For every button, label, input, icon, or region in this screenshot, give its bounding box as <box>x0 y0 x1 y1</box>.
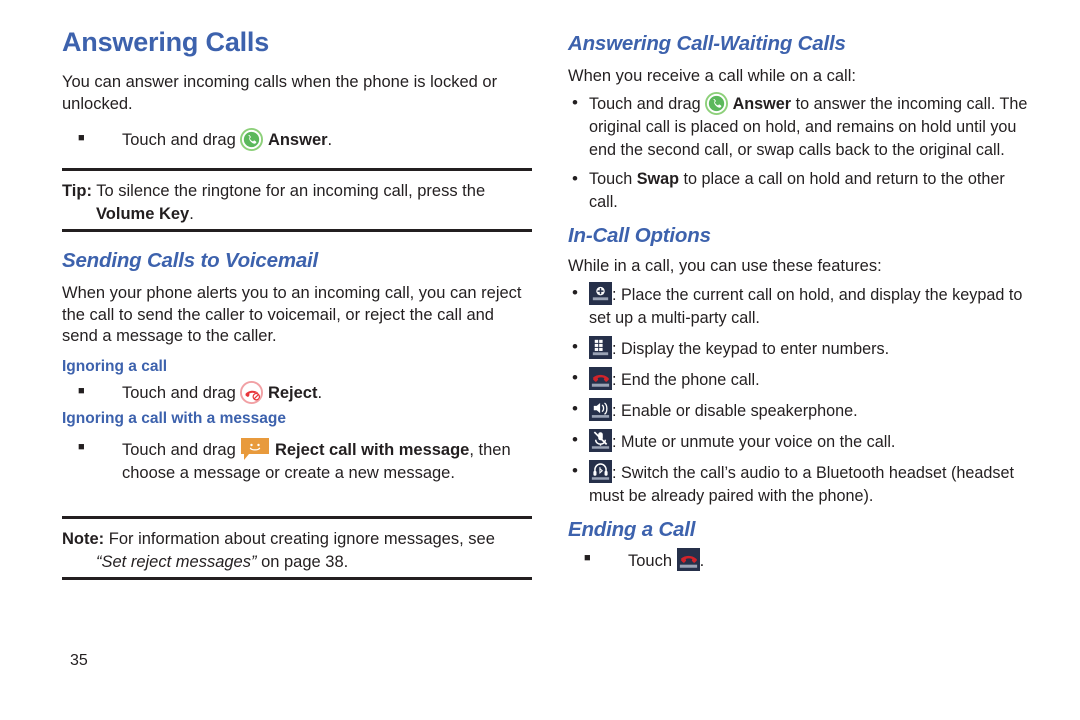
call-waiting-bullet-swap: • Touch Swap to place a call on hold and… <box>568 168 1038 214</box>
in-call-option-add-call: • : Place the current call on hold, and … <box>568 282 1038 330</box>
round-bullet-icon: • <box>572 283 578 302</box>
manual-page: Answering Calls You can answer incoming … <box>0 0 1080 720</box>
in-call-options-intro: While in a call, you can use these featu… <box>568 257 882 276</box>
right-column: Answering Call-Waiting Calls When you re… <box>568 32 1038 583</box>
ignoring-call-heading: Ignoring a call <box>62 358 168 376</box>
reject-call-icon <box>240 380 264 404</box>
note-callout: Note: For information about creating ign… <box>62 519 532 577</box>
square-bullet-icon: ■ <box>78 131 85 144</box>
in-call-option-keypad: • : Display the keypad to enter numbers. <box>568 336 1038 361</box>
tip-label: Tip: <box>62 182 92 201</box>
page-title: Answering Calls <box>62 27 270 57</box>
end-call-text: : End the phone call. <box>612 371 760 389</box>
ending-call-prefix: Touch <box>628 551 677 570</box>
reject-msg-bold: Reject call with message <box>274 440 470 459</box>
reject-with-message-icon <box>240 437 270 461</box>
call-waiting-bullet-answer: • Touch and drag Answer to answer the in… <box>568 91 1038 162</box>
speaker-icon <box>589 398 612 421</box>
left-column: Answering Calls You can answer incoming … <box>62 27 532 580</box>
tip-callout: Tip: To silence the ringtone for an inco… <box>62 171 532 229</box>
cw-answer-prefix: Touch and drag <box>589 94 706 113</box>
intro-paragraph: You can answer incoming calls when the p… <box>62 72 498 113</box>
cw-swap-bold: Swap <box>636 169 679 188</box>
keypad-text: : Display the keypad to enter numbers. <box>612 340 890 358</box>
round-bullet-icon: • <box>572 368 578 387</box>
answer-step-prefix: Touch and drag <box>122 130 241 149</box>
end-call-icon <box>676 547 700 571</box>
in-call-option-speaker: • : Enable or disable speakerphone. <box>568 398 1038 423</box>
call-waiting-heading: Answering Call-Waiting Calls <box>568 32 846 55</box>
round-bullet-icon: • <box>572 168 578 188</box>
mute-icon <box>589 429 612 452</box>
headset-text: : Switch the call’s audio to a Bluetooth… <box>589 464 1014 505</box>
square-bullet-icon: ■ <box>584 551 591 564</box>
end-call-icon <box>589 367 612 390</box>
note-italic: “Set reject messages” <box>96 552 257 571</box>
voicemail-heading: Sending Calls to Voicemail <box>62 249 319 273</box>
answer-call-icon <box>240 127 264 151</box>
note-suffix: on page 38. <box>256 552 349 571</box>
in-call-option-headset: • : Switch the call’s audio to a Bluetoo… <box>568 460 1038 508</box>
tip-bold: Volume Key <box>96 204 190 223</box>
ignoring-call-step: ■ Touch and drag Reject. <box>62 380 532 406</box>
answer-step-bold: Answer <box>267 130 328 149</box>
cw-swap-prefix: Touch <box>589 169 637 188</box>
square-bullet-icon: ■ <box>78 384 85 397</box>
in-call-options-heading: In-Call Options <box>568 223 711 247</box>
ignoring-with-message-heading: Ignoring a call with a message <box>62 409 286 427</box>
reject-step-bold: Reject <box>267 383 318 402</box>
in-call-option-end-call: • : End the phone call. <box>568 367 1038 392</box>
voicemail-paragraph: When your phone alerts you to an incomin… <box>62 283 522 346</box>
tip-text: To silence the ringtone for an incoming … <box>91 182 486 201</box>
reject-step-prefix: Touch and drag <box>122 383 241 402</box>
headset-icon <box>589 460 612 483</box>
add-call-text: : Place the current call on hold, and di… <box>589 286 1023 327</box>
answer-step-suffix: . <box>327 130 333 149</box>
cw-answer-bold: Answer <box>732 94 792 113</box>
mute-text: : Mute or unmute your voice on the call. <box>612 433 896 451</box>
round-bullet-icon: • <box>572 430 578 449</box>
round-bullet-icon: • <box>572 461 578 480</box>
ending-call-heading: Ending a Call <box>568 518 696 541</box>
add-call-icon <box>589 282 612 305</box>
in-call-option-mute: • : Mute or unmute your voice on the cal… <box>568 429 1038 454</box>
keypad-icon <box>589 336 612 359</box>
page-number: 35 <box>70 652 88 669</box>
round-bullet-icon: • <box>572 92 578 112</box>
note-rule-bottom <box>62 576 532 580</box>
square-bullet-icon: ■ <box>78 440 85 453</box>
ending-call-step: ■ Touch . <box>568 547 1038 574</box>
answer-step: ■ Touch and drag Answer. <box>62 127 532 153</box>
round-bullet-icon: • <box>572 337 578 356</box>
speaker-text: : Enable or disable speakerphone. <box>612 402 858 420</box>
reject-msg-prefix: Touch and drag <box>122 440 241 459</box>
call-waiting-intro: When you receive a call while on a call: <box>568 66 856 85</box>
round-bullet-icon: • <box>572 399 578 418</box>
tip-suffix: . <box>189 204 194 223</box>
ignoring-with-message-step: ■ Touch and drag Reject call with messag… <box>62 437 532 487</box>
note-label: Note: <box>62 530 105 549</box>
answer-call-icon <box>705 91 729 115</box>
ending-call-suffix: . <box>699 551 705 570</box>
answer-step-text: Touch and drag Answer. <box>122 127 532 153</box>
reject-step-suffix: . <box>317 383 323 402</box>
note-text: For information about creating ignore me… <box>104 530 495 549</box>
